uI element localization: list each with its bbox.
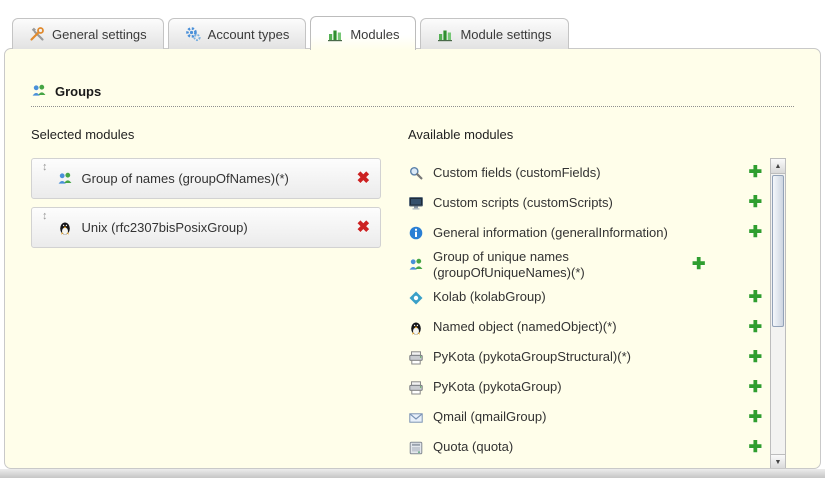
drag-handle-icon[interactable]: ↕ bbox=[42, 211, 48, 222]
groups-section-heading: Groups bbox=[31, 83, 794, 107]
disk-icon bbox=[408, 440, 424, 456]
tab-account-types[interactable]: Account types bbox=[168, 18, 307, 49]
info-icon bbox=[408, 225, 424, 241]
available-module-row: Quota (quota) ✚ bbox=[408, 433, 762, 463]
available-module-row: Group of unique names (groupOfUniqueName… bbox=[408, 248, 762, 283]
available-module-label: Group of unique names (groupOfUniqueName… bbox=[433, 249, 683, 282]
selected-module-label: Group of names (groupOfNames)(*) bbox=[82, 171, 348, 186]
modules-icon bbox=[327, 26, 343, 42]
available-modules-list: Custom fields (customFields) ✚ bbox=[408, 158, 762, 469]
tools-icon bbox=[29, 26, 45, 42]
tab-label: Account types bbox=[208, 27, 290, 42]
available-modules-area: Custom fields (customFields) ✚ bbox=[408, 158, 800, 469]
available-module-row: Custom fields (customFields) ✚ bbox=[408, 158, 762, 188]
available-module-row: Qmail (qmailGroup) ✚ bbox=[408, 403, 762, 433]
selected-module-row[interactable]: ↕ Unix (rfc2307bisPosixGroup) bbox=[31, 207, 381, 248]
available-modules-column: Available modules Custom fields (customF… bbox=[408, 127, 800, 469]
printer-icon bbox=[408, 380, 424, 396]
magnifier-icon bbox=[408, 165, 424, 181]
screen-icon bbox=[408, 195, 424, 211]
selected-modules-column: Selected modules ↕ Group of names (group… bbox=[31, 127, 408, 469]
available-module-label: PyKota (pykotaGroupStructural)(*) bbox=[433, 349, 740, 365]
scrollbar-thumb[interactable] bbox=[772, 175, 784, 327]
modules-panel: Groups Selected modules ↕ Gr bbox=[4, 48, 821, 469]
add-module-button[interactable]: ✚ bbox=[749, 380, 762, 396]
remove-module-button[interactable]: ✖ bbox=[357, 220, 370, 236]
add-module-button[interactable]: ✚ bbox=[749, 350, 762, 366]
available-module-row: PyKota (pykotaGroupStructural)(*) ✚ bbox=[408, 343, 762, 373]
kolab-icon bbox=[408, 290, 424, 306]
mail-icon bbox=[408, 410, 424, 426]
available-module-label: Custom scripts (customScripts) bbox=[433, 195, 740, 211]
tab-label: Module settings bbox=[460, 27, 551, 42]
tab-module-settings[interactable]: Module settings bbox=[420, 18, 568, 49]
add-module-button[interactable]: ✚ bbox=[692, 257, 705, 273]
add-module-button[interactable]: ✚ bbox=[749, 290, 762, 306]
available-module-row: Kolab (kolabGroup) ✚ bbox=[408, 283, 762, 313]
selected-modules-heading: Selected modules bbox=[31, 127, 408, 142]
tab-general-settings[interactable]: General settings bbox=[12, 18, 164, 49]
add-module-button[interactable]: ✚ bbox=[749, 440, 762, 456]
available-module-label: Qmail (qmailGroup) bbox=[433, 409, 740, 425]
scrollbar[interactable]: ▲ ▼ bbox=[770, 158, 786, 469]
tab-label: Modules bbox=[350, 27, 399, 42]
drag-handle-icon[interactable]: ↕ bbox=[42, 162, 48, 173]
modules-icon bbox=[437, 26, 453, 42]
add-module-button[interactable]: ✚ bbox=[749, 195, 762, 211]
page-footer bbox=[0, 469, 825, 478]
add-module-button[interactable]: ✚ bbox=[749, 410, 762, 426]
printer-icon bbox=[408, 350, 424, 366]
tab-modules[interactable]: Modules bbox=[310, 16, 416, 50]
add-module-button[interactable]: ✚ bbox=[749, 320, 762, 336]
gear-icon bbox=[185, 26, 201, 42]
available-module-label: PyKota (pykotaGroup) bbox=[433, 379, 740, 395]
available-module-row: Custom scripts (customScripts) ✚ bbox=[408, 188, 762, 218]
section-title: Groups bbox=[55, 84, 101, 99]
lam-configuration-page: General settings Account types bbox=[0, 0, 825, 478]
scroll-up-button[interactable]: ▲ bbox=[771, 159, 785, 174]
available-module-label: General information (generalInformation) bbox=[433, 225, 740, 241]
tab-label: General settings bbox=[52, 27, 147, 42]
add-module-button[interactable]: ✚ bbox=[749, 165, 762, 181]
available-module-label: Quota (quota) bbox=[433, 439, 740, 455]
group-icon bbox=[31, 83, 47, 99]
selected-module-row[interactable]: ↕ Group of names (groupOfNames)(*) ✖ bbox=[31, 158, 381, 199]
available-module-label: Named object (namedObject)(*) bbox=[433, 319, 740, 335]
tux-icon bbox=[57, 220, 73, 236]
tux-icon bbox=[408, 320, 424, 336]
available-module-row: Named object (namedObject)(*) ✚ bbox=[408, 313, 762, 343]
scroll-down-button[interactable]: ▼ bbox=[771, 454, 785, 469]
available-module-row: General information (generalInformation)… bbox=[408, 218, 762, 248]
available-modules-heading: Available modules bbox=[408, 127, 800, 142]
available-module-label: Kolab (kolabGroup) bbox=[433, 289, 740, 305]
available-module-row: PyKota (pykotaGroup) ✚ bbox=[408, 373, 762, 403]
add-module-button[interactable]: ✚ bbox=[749, 225, 762, 241]
selected-module-label: Unix (rfc2307bisPosixGroup) bbox=[82, 220, 348, 235]
group-icon bbox=[408, 257, 424, 273]
group-icon bbox=[57, 171, 73, 187]
available-module-label: Custom fields (customFields) bbox=[433, 165, 740, 181]
tab-bar: General settings Account types bbox=[12, 14, 813, 49]
module-columns: Selected modules ↕ Group of names (group… bbox=[31, 127, 800, 469]
remove-module-button[interactable]: ✖ bbox=[357, 171, 370, 187]
